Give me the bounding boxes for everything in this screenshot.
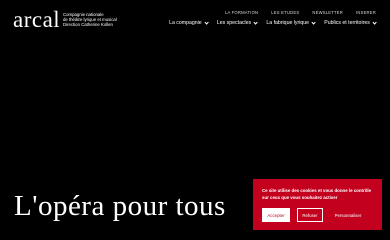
chevron-down-icon xyxy=(372,19,377,25)
utility-link-etudes[interactable]: LES ETUDES xyxy=(271,10,299,15)
nav-item-label: La compagnie xyxy=(169,20,202,26)
nav-item-label: Publics et territoires xyxy=(324,20,370,26)
nav-item-la-compagnie[interactable]: La compagnie xyxy=(169,19,209,26)
chevron-down-icon xyxy=(311,19,316,25)
utility-nav: LA FORMATION LES ETUDES NEWSLETTER INSER… xyxy=(225,10,376,15)
nav-item-publics-et-territoires[interactable]: Publics et territoires xyxy=(324,19,377,26)
customize-cookies-button[interactable]: Personnaliser xyxy=(330,208,366,222)
nav-item-label: Les spectacles xyxy=(216,20,252,26)
accept-cookies-button[interactable]: Accepter xyxy=(262,208,290,222)
chevron-down-icon xyxy=(204,19,209,25)
utility-link-inserer[interactable]: INSERER xyxy=(356,10,376,15)
utility-link-formation[interactable]: LA FORMATION xyxy=(225,10,258,15)
site-header: arcal Compagnie nationale de théâtre lyr… xyxy=(0,0,390,40)
refuse-cookies-button[interactable]: Refuser xyxy=(297,208,323,222)
cookie-actions: Accepter Refuser Personnaliser xyxy=(262,208,366,222)
nav-item-les-spectacles[interactable]: Les spectacles xyxy=(216,19,259,26)
nav-item-label: La fabrique lyrique xyxy=(266,20,310,26)
hero-title: L'opéra pour tous xyxy=(14,190,226,222)
utility-link-newsletter[interactable]: NEWSLETTER xyxy=(312,10,343,15)
tagline-line-3: Direction Catherine Kollen xyxy=(63,22,113,27)
cookie-banner: Ce site utilise des cookies et vous donn… xyxy=(253,179,382,230)
main-nav: La compagnie Les spectacles La fabrique … xyxy=(169,19,377,26)
nav-item-la-fabrique-lyrique[interactable]: La fabrique lyrique xyxy=(266,19,316,26)
arcal-logo[interactable]: arcal xyxy=(13,8,60,31)
cookie-message: Ce site utilise des cookies et vous donn… xyxy=(262,188,372,200)
company-tagline: Compagnie nationale de théâtre lyrique e… xyxy=(63,12,133,27)
chevron-down-icon xyxy=(253,19,259,25)
